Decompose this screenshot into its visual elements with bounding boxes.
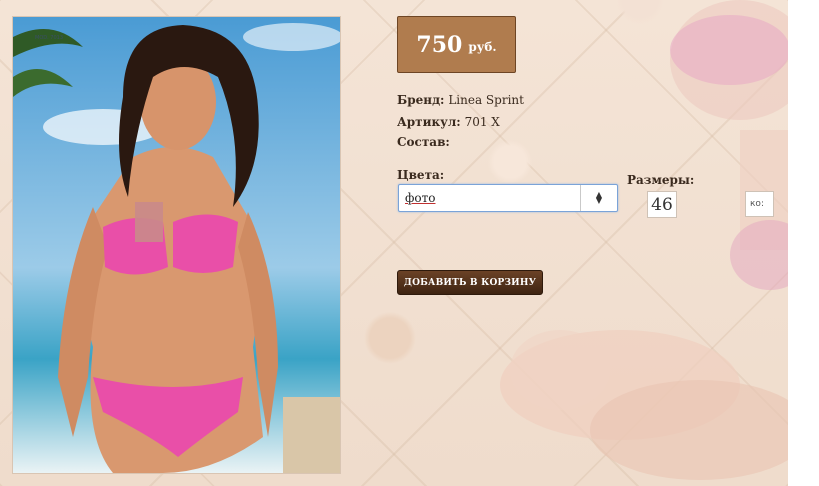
color-select-value: фото	[405, 191, 436, 205]
background-model-image	[500, 0, 788, 480]
color-select[interactable]: фото ▲ ▼	[398, 184, 618, 212]
brand-row: Бренд: Linea Sprint	[397, 93, 524, 107]
photo-model-tag: MOD. 7013	[35, 35, 64, 41]
sizes-label: Размеры:	[627, 173, 695, 187]
price-currency: руб.	[468, 39, 497, 54]
colors-label: Цвета:	[397, 168, 445, 182]
article-row: Артикул: 701 X	[397, 115, 500, 129]
size-option[interactable]: 46	[647, 191, 677, 218]
composition-label: Состав:	[397, 135, 450, 149]
article-label: Артикул:	[397, 115, 461, 129]
article-value: 701 X	[464, 115, 500, 129]
select-updown-icon[interactable]: ▲ ▼	[580, 185, 617, 211]
price-value: 750	[416, 31, 463, 58]
brand-value: Linea Sprint	[448, 93, 524, 107]
brand-label: Бренд:	[397, 93, 445, 107]
product-photo-image	[13, 17, 340, 473]
add-to-cart-button[interactable]: ДОБАВИТЬ В КОРЗИНУ	[397, 270, 543, 295]
price-badge: 750 руб.	[397, 16, 516, 73]
composition-row: Состав:	[397, 135, 450, 149]
quantity-input[interactable]: ко:	[745, 191, 774, 217]
product-photo[interactable]: MOD. 7013	[12, 16, 341, 474]
